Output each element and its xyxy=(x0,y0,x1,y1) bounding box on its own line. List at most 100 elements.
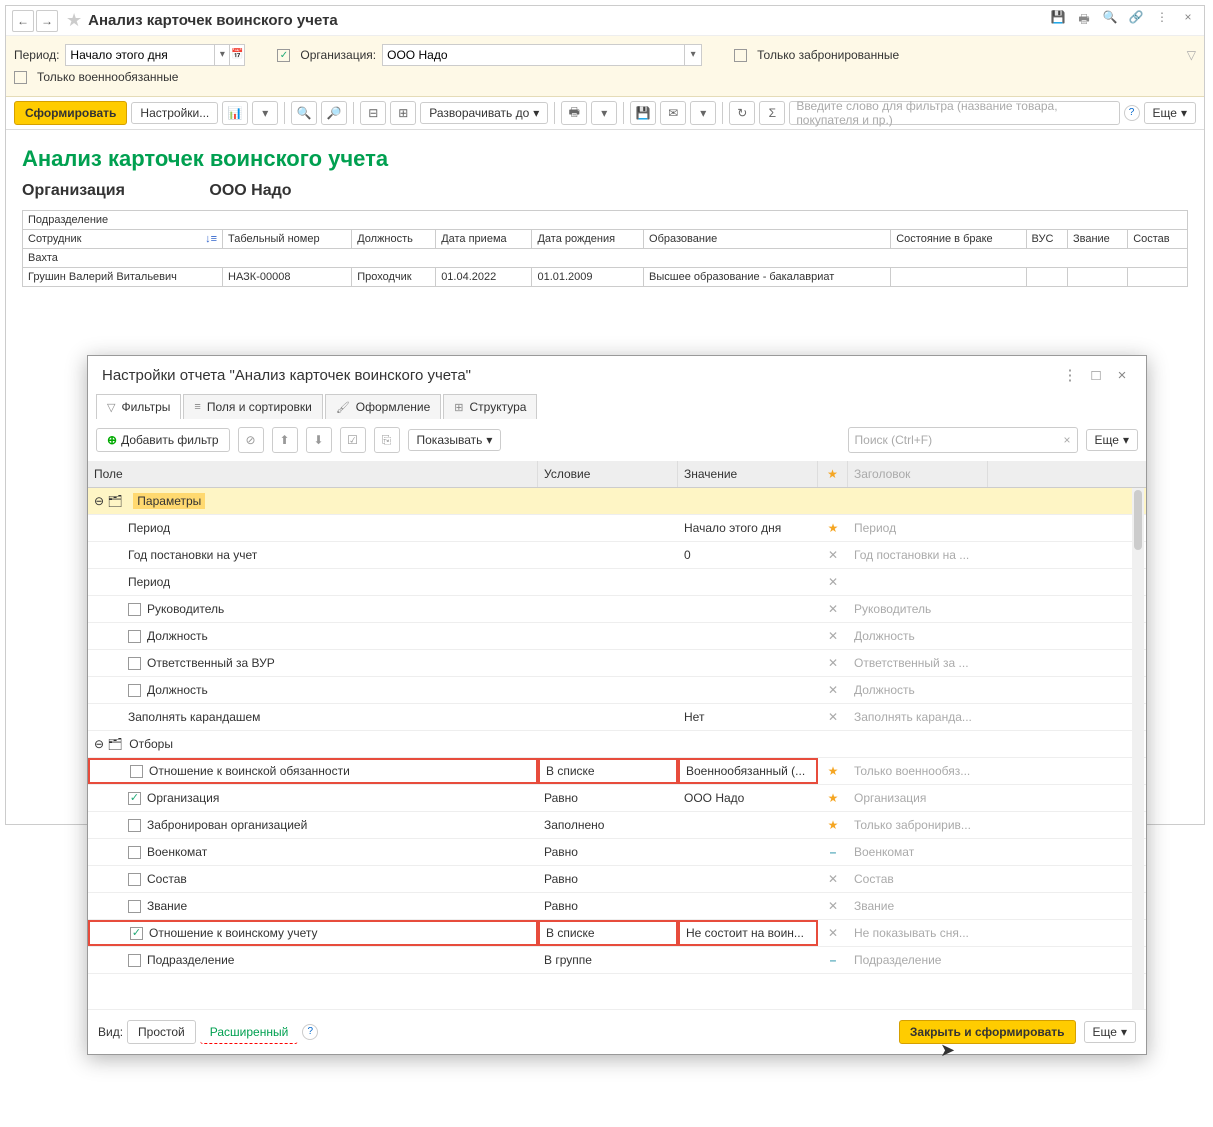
row-checkbox[interactable] xyxy=(128,954,141,967)
col-emp: Сотрудник ↓≡ xyxy=(23,230,223,249)
row-checkbox[interactable] xyxy=(128,819,141,832)
row-checkbox[interactable] xyxy=(128,873,141,886)
help-icon[interactable]: ? xyxy=(1124,105,1140,121)
filter-row[interactable]: Отношение к воинскому учетуВ спискеНе со… xyxy=(88,920,1146,947)
filter-row[interactable]: Руководитель✕Руководитель xyxy=(88,596,1146,623)
scrollbar[interactable] xyxy=(1132,488,1144,1009)
view-help-icon[interactable]: ? xyxy=(302,1024,318,1040)
filter-row[interactable]: Год постановки на учет0✕Год постановки н… xyxy=(88,542,1146,569)
row-checkbox[interactable] xyxy=(128,900,141,913)
org-label: Организация: xyxy=(300,48,376,62)
check-button[interactable]: ☑ xyxy=(340,427,366,453)
row-checkbox[interactable] xyxy=(128,657,141,670)
view-advanced-button[interactable]: Расширенный xyxy=(200,1021,299,1044)
expand-icon[interactable]: ⊞ xyxy=(390,101,416,125)
sum-icon[interactable]: Σ xyxy=(759,101,785,125)
filter-row[interactable]: ВоенкоматРавно–Военкомат xyxy=(88,839,1146,866)
add-filter-button[interactable]: ⊕Добавить фильтр xyxy=(96,428,230,452)
filter-row[interactable]: ПериодНачало этого дня★Период xyxy=(88,515,1146,542)
dialog-more-button[interactable]: Еще ▾ xyxy=(1086,429,1138,451)
zoom-out-icon[interactable]: 🔎 xyxy=(321,101,347,125)
dropdown-icon[interactable]: ▾ xyxy=(252,101,278,125)
print-button-icon[interactable]: 🖶 xyxy=(561,101,587,125)
tab-structure[interactable]: ⊞Структура xyxy=(443,394,537,419)
group-row: Вахта xyxy=(23,249,1188,268)
row-checkbox[interactable] xyxy=(128,846,141,859)
row-checkbox[interactable] xyxy=(130,927,143,940)
row-checkbox[interactable] xyxy=(128,630,141,643)
row-checkbox[interactable] xyxy=(130,765,143,778)
org-field[interactable] xyxy=(383,48,684,62)
filter-row[interactable]: Должность✕Должность xyxy=(88,677,1146,704)
filter-row[interactable]: Ответственный за ВУР✕Ответственный за ..… xyxy=(88,650,1146,677)
settings-button[interactable]: Настройки... xyxy=(131,102,218,124)
refresh-icon[interactable]: ↻ xyxy=(729,101,755,125)
collapse-icon[interactable]: ⊟ xyxy=(360,101,386,125)
print-dropdown-icon[interactable]: ▾ xyxy=(591,101,617,125)
move-up-button[interactable]: ⬆ xyxy=(272,427,298,453)
dialog-close-icon[interactable]: × xyxy=(1112,367,1132,384)
filter-row[interactable]: ПодразделениеВ группе–Подразделение xyxy=(88,947,1146,974)
move-down-button[interactable]: ⬇ xyxy=(306,427,332,453)
expand-to-button[interactable]: Разворачивать до ▾ xyxy=(420,102,548,124)
copy-button[interactable]: ⎘ xyxy=(374,427,400,453)
dialog-title: Настройки отчета "Анализ карточек воинск… xyxy=(102,367,1054,384)
footer-more-button[interactable]: Еще ▾ xyxy=(1084,1021,1136,1043)
filter-row[interactable]: Должность✕Должность xyxy=(88,623,1146,650)
tab-filters[interactable]: ▽Фильтры xyxy=(96,394,181,419)
email-icon[interactable]: ✉ xyxy=(660,101,686,125)
dialog-menu-icon[interactable]: ⋮ xyxy=(1060,366,1080,384)
only-military-checkbox[interactable] xyxy=(14,71,27,84)
period-field[interactable] xyxy=(66,48,214,62)
favorite-icon[interactable]: ★ xyxy=(66,10,82,31)
filter-row[interactable]: Период✕ xyxy=(88,569,1146,596)
generate-button[interactable]: Сформировать xyxy=(14,101,127,125)
only-military-label: Только военнообязанные xyxy=(37,70,178,84)
delete-button[interactable]: ⊘ xyxy=(238,427,264,453)
selections-header[interactable]: ⊖ 🗂 Отборы xyxy=(88,731,1146,758)
preview-icon[interactable]: 🔍 xyxy=(1100,10,1120,31)
filter-icon: ▽ xyxy=(107,401,115,414)
filter-funnel-icon[interactable]: ▽ xyxy=(1187,48,1196,62)
org-input[interactable]: ▾ xyxy=(382,44,702,66)
more-button[interactable]: Еще ▾ xyxy=(1144,102,1196,124)
view-simple-button[interactable]: Простой xyxy=(127,1020,196,1044)
period-input[interactable]: ▾ 📅 xyxy=(65,44,245,66)
filter-row[interactable]: СоставРавно✕Состав xyxy=(88,866,1146,893)
dialog-maximize-icon[interactable]: □ xyxy=(1086,367,1106,384)
email-dropdown-icon[interactable]: ▾ xyxy=(690,101,716,125)
show-button[interactable]: Показывать ▾ xyxy=(408,429,502,451)
col-birth: Дата рождения xyxy=(532,230,644,249)
filter-search-input[interactable]: Поиск (Ctrl+F)× xyxy=(848,427,1078,453)
filter-row[interactable]: Отношение к воинской обязанностиВ списке… xyxy=(88,758,1146,785)
params-header[interactable]: ⊖ 🗂 Параметры xyxy=(88,488,1146,515)
filter-row[interactable]: ЗваниеРавно✕Звание xyxy=(88,893,1146,920)
report-table: Подразделение Сотрудник ↓≡ Табельный ном… xyxy=(22,210,1188,287)
period-dropdown-icon[interactable]: ▾ xyxy=(214,45,229,65)
row-checkbox[interactable] xyxy=(128,792,141,805)
save-icon[interactable]: 💾 xyxy=(1048,10,1068,31)
filter-row[interactable]: ОрганизацияРавноООО Надо★Организация xyxy=(88,785,1146,812)
tab-fields[interactable]: ≡Поля и сортировки xyxy=(183,394,322,419)
close-and-generate-button[interactable]: Закрыть и сформировать xyxy=(899,1020,1076,1044)
forward-button[interactable]: → xyxy=(36,10,58,32)
link-icon[interactable]: 🔗 xyxy=(1126,10,1146,31)
data-row: Грушин Валерий Витальевич НАЗК-00008 Про… xyxy=(23,268,1188,287)
org-dropdown-icon[interactable]: ▾ xyxy=(684,45,701,65)
save-file-icon[interactable]: 💾 xyxy=(630,101,656,125)
zoom-in-icon[interactable]: 🔍 xyxy=(291,101,317,125)
org-checkbox[interactable]: ✓ xyxy=(277,49,290,62)
filter-row[interactable]: Заполнять карандашемНет✕Заполнять каранд… xyxy=(88,704,1146,731)
only-booked-checkbox[interactable] xyxy=(734,49,747,62)
filter-row[interactable]: Забронирован организациейЗаполнено★Тольк… xyxy=(88,812,1146,839)
close-icon[interactable]: × xyxy=(1178,10,1198,31)
row-checkbox[interactable] xyxy=(128,603,141,616)
chart-icon[interactable]: 📊 xyxy=(222,101,248,125)
row-checkbox[interactable] xyxy=(128,684,141,697)
back-button[interactable]: ← xyxy=(12,10,34,32)
tab-design[interactable]: 🖌Оформление xyxy=(325,394,441,419)
menu-icon[interactable]: ⋮ xyxy=(1152,10,1172,31)
search-input[interactable]: Введите слово для фильтра (название това… xyxy=(789,101,1119,125)
period-calendar-icon[interactable]: 📅 xyxy=(229,45,244,65)
print-icon[interactable]: 🖶 xyxy=(1074,10,1094,31)
